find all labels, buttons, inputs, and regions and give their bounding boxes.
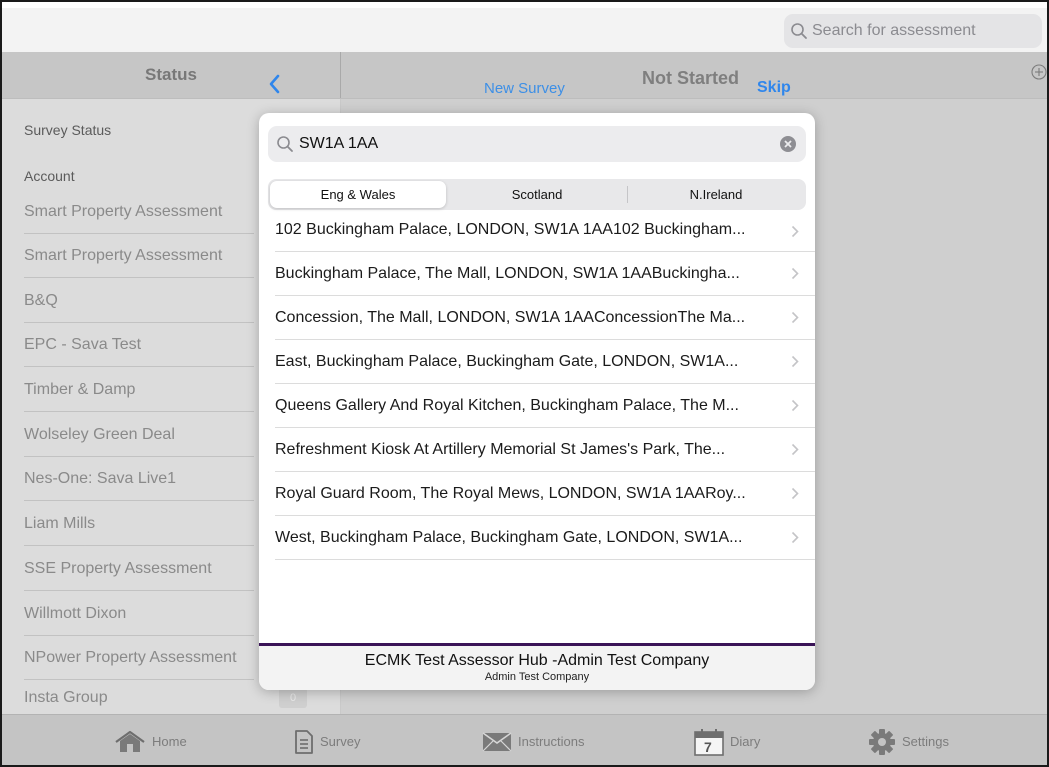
address-result-text: Refreshment Kiosk At Artillery Memorial … (275, 440, 726, 458)
sidebar-item-label: Smart Property Assessment (24, 246, 223, 264)
chevron-right-icon (791, 399, 799, 412)
tab-home[interactable]: Home (114, 715, 187, 765)
top-bar: Search for assessment (2, 8, 1047, 52)
chevron-right-icon (791, 311, 799, 324)
sidebar-item[interactable]: Wolseley Green Deal (24, 413, 254, 457)
sidebar-item[interactable]: NPower Property Assessment (24, 636, 254, 680)
back-chevron-icon[interactable] (268, 74, 280, 94)
address-result-row[interactable]: Queens Gallery And Royal Kitchen, Buckin… (275, 384, 815, 428)
count-badge: 0 (279, 688, 307, 708)
segment-n-ireland[interactable]: N.Ireland (628, 181, 804, 208)
address-result-text: Queens Gallery And Royal Kitchen, Buckin… (275, 396, 739, 414)
sidebar-item[interactable]: Insta Group (24, 681, 254, 714)
tab-diary[interactable]: 7 Diary (694, 715, 761, 765)
postcode-search-input[interactable] (299, 135, 769, 153)
sidebar-item-label: Timber & Damp (24, 380, 136, 398)
tab-instructions-label: Instructions (518, 734, 585, 749)
company-name: Admin Test Company (484, 671, 590, 683)
sidebar-item-label: Wolseley Green Deal (24, 425, 175, 443)
tab-survey-label: Survey (320, 734, 361, 749)
chevron-right-icon (791, 355, 799, 368)
tab-survey[interactable]: Survey (294, 715, 361, 765)
tab-home-label: Home (152, 734, 187, 749)
address-results-list: 102 Buckingham Palace, LONDON, SW1A 1AA1… (275, 210, 815, 560)
clear-icon[interactable] (780, 136, 796, 152)
sidebar-item-label: SSE Property Assessment (24, 559, 212, 577)
sidebar-item-label: EPC - Sava Test (24, 335, 142, 353)
add-circle-icon[interactable] (1031, 64, 1047, 80)
sidebar-item[interactable]: Smart Property Assessment (24, 190, 254, 234)
sidebar-item[interactable]: SSE Property Assessment (24, 547, 254, 591)
status-title: Status (145, 65, 197, 84)
chevron-right-icon (791, 225, 799, 238)
sidebar-item[interactable]: Timber & Damp (24, 368, 254, 412)
sidebar-item-label: NPower Property Assessment (24, 648, 237, 666)
header-divider (340, 52, 341, 98)
sidebar-item-label: Liam Mills (24, 514, 96, 532)
account-section-header: Account (24, 168, 75, 184)
address-result-text: Buckingham Palace, The Mall, LONDON, SW1… (275, 264, 740, 282)
address-result-row[interactable]: East, Buckingham Palace, Buckingham Gate… (275, 340, 815, 384)
sidebar-item[interactable]: Nes-One: Sava Live1 (24, 457, 254, 501)
address-result-text: East, Buckingham Palace, Buckingham Gate… (275, 352, 739, 370)
address-result-row[interactable]: Refreshment Kiosk At Artillery Memorial … (275, 428, 815, 472)
assessment-search-placeholder: Search for assessment (812, 22, 976, 39)
sidebar-item-label: Insta Group (24, 688, 108, 706)
postcode-search-bar[interactable] (268, 126, 806, 162)
tab-settings[interactable]: Settings (868, 715, 949, 765)
calendar-icon: 7 (694, 728, 724, 756)
chevron-right-icon (791, 487, 799, 500)
sidebar-item[interactable]: Willmott Dixon (24, 592, 254, 636)
tab-instructions[interactable]: Instructions (482, 715, 585, 765)
assessment-search-field[interactable]: Search for assessment (784, 14, 1042, 48)
document-icon (294, 729, 314, 755)
address-result-text: Concession, The Mall, LONDON, SW1A 1AACo… (275, 308, 746, 326)
address-result-row[interactable]: Concession, The Mall, LONDON, SW1A 1AACo… (275, 296, 815, 340)
survey-status-label: Survey Status (24, 122, 112, 138)
assessor-hub-footer: ECMK Test Assessor Hub -Admin Test Compa… (259, 643, 815, 690)
sidebar-item[interactable]: Smart Property Assessment (24, 234, 254, 278)
sidebar-item-label: Smart Property Assessment (24, 202, 223, 220)
address-result-text: 102 Buckingham Palace, LONDON, SW1A 1AA1… (275, 221, 746, 238)
home-icon (114, 730, 146, 754)
sidebar-item-label: Nes-One: Sava Live1 (24, 469, 177, 487)
segment-eng-wales[interactable]: Eng & Wales (270, 181, 446, 208)
sidebar-item-label: Willmott Dixon (24, 604, 127, 622)
address-result-row[interactable]: 102 Buckingham Palace, LONDON, SW1A 1AA1… (275, 210, 815, 252)
tab-diary-label: Diary (730, 734, 761, 749)
address-lookup-modal: Eng & Wales Scotland N.Ireland 102 Bucki… (259, 113, 815, 690)
chevron-right-icon (791, 267, 799, 280)
sidebar-item-label: B&Q (24, 291, 58, 309)
tab-bar: Home Survey Instructions 7 Diary Setting… (2, 714, 1047, 765)
address-result-row[interactable]: Royal Guard Room, The Royal Mews, LONDON… (275, 472, 815, 516)
search-icon (276, 135, 294, 153)
search-icon (790, 22, 808, 40)
segment-scotland[interactable]: Scotland (448, 181, 626, 208)
navigation-header: Status New Survey Not Started Skip (2, 52, 1047, 99)
new-survey-link[interactable]: New Survey (484, 80, 565, 97)
region-segmented-control: Eng & Wales Scotland N.Ireland (268, 179, 806, 210)
sidebar-item[interactable]: B&Q (24, 279, 254, 323)
sidebar-item[interactable]: Liam Mills (24, 502, 254, 546)
address-result-text: West, Buckingham Palace, Buckingham Gate… (275, 528, 743, 546)
tab-settings-label: Settings (902, 734, 949, 749)
sidebar-item[interactable]: EPC - Sava Test (24, 323, 254, 367)
address-result-row[interactable]: West, Buckingham Palace, Buckingham Gate… (275, 516, 815, 560)
chevron-right-icon (791, 531, 799, 544)
skip-button[interactable]: Skip (757, 79, 791, 97)
app-window: Search for assessment Status New Survey … (0, 0, 1049, 767)
calendar-day: 7 (704, 738, 712, 755)
address-result-text: Royal Guard Room, The Royal Mews, LONDON… (275, 484, 746, 502)
envelope-icon (482, 731, 512, 752)
chevron-right-icon (791, 443, 799, 456)
survey-state-title: Not Started (642, 68, 740, 88)
assessor-hub-title: ECMK Test Assessor Hub -Admin Test Compa… (364, 652, 710, 669)
gear-icon (868, 728, 896, 756)
address-result-row[interactable]: Buckingham Palace, The Mall, LONDON, SW1… (275, 252, 815, 296)
